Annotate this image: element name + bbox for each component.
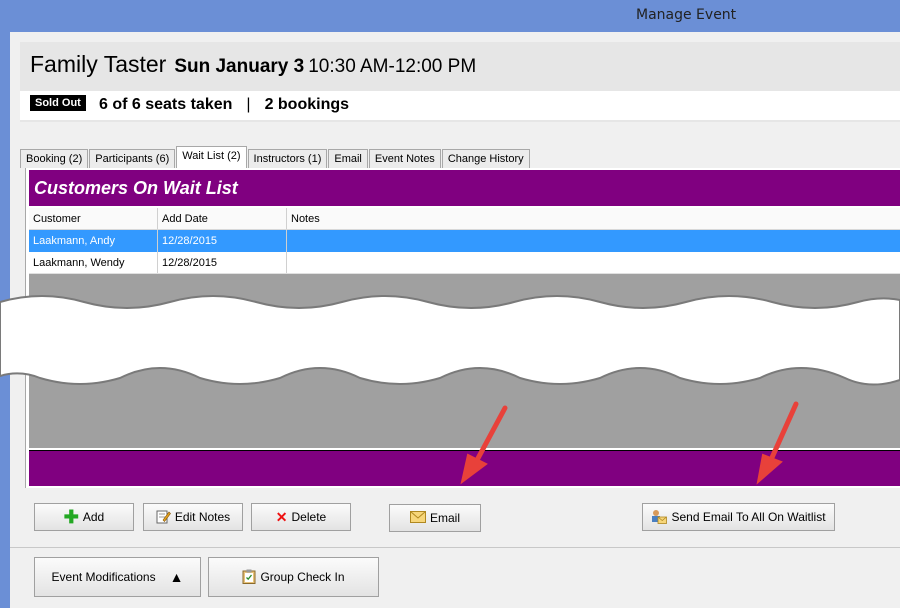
event-modifications-label: Event Modifications	[51, 570, 156, 584]
bookings-count: 2 bookings	[264, 96, 350, 113]
add-label: Add	[82, 510, 105, 524]
event-name: Family Taster	[30, 51, 167, 77]
triangle-up-icon: ▲	[169, 569, 184, 585]
column-header-customer[interactable]: Customer	[29, 208, 158, 229]
table-row[interactable]: Laakmann, Andy 12/28/2015	[29, 230, 900, 252]
window-title: Manage Event	[636, 7, 737, 23]
status-strip: Sold Out 6 of 6 seats taken | 2 bookings	[20, 91, 900, 120]
tab-booking[interactable]: Booking (2)	[20, 149, 89, 168]
delete-label: Delete	[291, 510, 327, 524]
send-email-all-button[interactable]: Send Email To All On Waitlist	[642, 503, 835, 531]
grid-header-row: Customer Add Date Notes	[29, 208, 900, 230]
event-title-line: Family Taster Sun January 3 10:30 AM-12:00…	[30, 51, 476, 78]
email-label: Email	[429, 511, 460, 525]
sold-out-badge: Sold Out	[30, 95, 86, 111]
seats-taken: 6 of 6 seats taken	[99, 96, 233, 113]
cell-customer: Laakmann, Andy	[29, 230, 158, 252]
tab-event-notes[interactable]: Event Notes	[368, 149, 441, 168]
event-modifications-button[interactable]: Event Modifications ▲	[34, 557, 201, 597]
add-button[interactable]: ✚ Add	[34, 503, 134, 531]
plus-icon: ✚	[63, 507, 79, 527]
status-summary: 6 of 6 seats taken | 2 bookings	[99, 96, 349, 114]
tab-strip: Booking (2) Participants (6) Wait List (2)…	[20, 146, 531, 168]
delete-button[interactable]: ✕ Delete	[251, 503, 351, 531]
group-email-icon	[651, 509, 668, 526]
edit-notes-button[interactable]: Edit Notes	[143, 503, 243, 531]
clipboard-icon	[242, 569, 256, 586]
event-time: 10:30 AM-12:00 PM	[308, 56, 477, 77]
cell-add-date: 12/28/2015	[158, 230, 287, 252]
tab-change-history[interactable]: Change History	[441, 149, 530, 168]
group-check-in-button[interactable]: Group Check In	[208, 557, 379, 597]
column-header-notes[interactable]: Notes	[287, 208, 900, 229]
tab-wait-list[interactable]: Wait List (2)	[176, 146, 247, 168]
tab-participants[interactable]: Participants (6)	[89, 149, 176, 168]
group-check-in-label: Group Check In	[260, 570, 345, 584]
edit-notes-label: Edit Notes	[174, 510, 231, 524]
email-button[interactable]: Email	[389, 504, 481, 532]
column-header-add-date[interactable]: Add Date	[158, 208, 287, 229]
cell-notes	[287, 230, 900, 252]
event-date: Sun January 3	[174, 56, 305, 77]
wait-list-footer-bar	[29, 450, 900, 486]
title-bar: Manage Event	[0, 0, 900, 32]
delete-x-icon: ✕	[275, 509, 288, 525]
torn-wave-overlay	[0, 295, 900, 386]
send-email-all-label: Send Email To All On Waitlist	[671, 510, 826, 524]
envelope-icon	[409, 511, 426, 525]
tab-instructors[interactable]: Instructors (1)	[247, 149, 328, 168]
wait-list-title: Customers On Wait List	[34, 178, 238, 198]
wait-list-header: Customers On Wait List	[29, 170, 900, 206]
edit-notes-icon	[156, 509, 171, 526]
status-separator: |	[246, 96, 251, 113]
tab-email[interactable]: Email	[328, 149, 368, 168]
